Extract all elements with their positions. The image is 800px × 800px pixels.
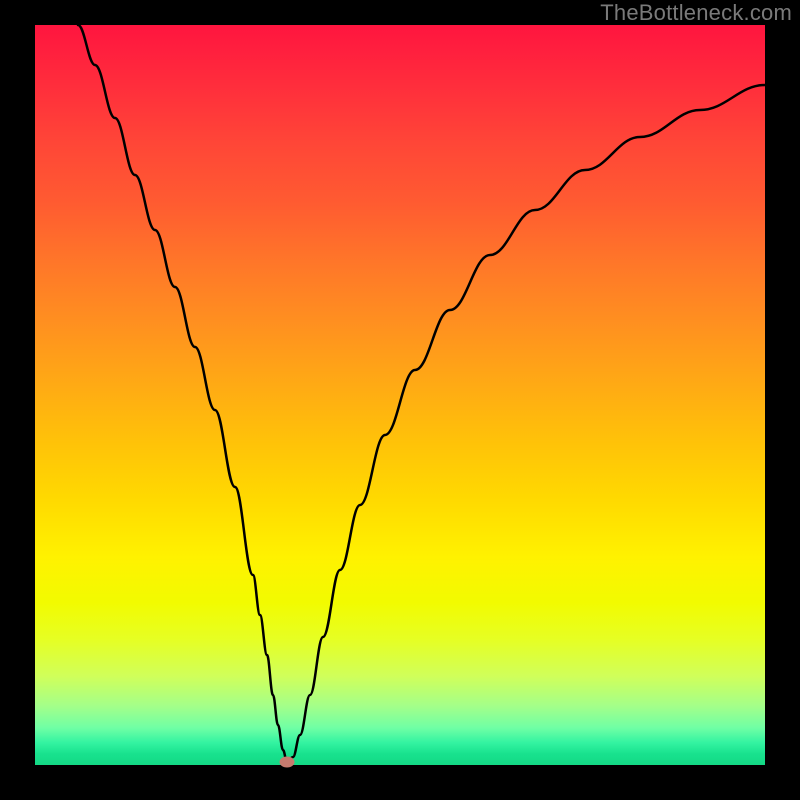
plot-gradient-background bbox=[35, 25, 765, 765]
chart-frame: TheBottleneck.com bbox=[0, 0, 800, 800]
minimum-marker-icon bbox=[280, 757, 295, 768]
watermark-text: TheBottleneck.com bbox=[600, 0, 792, 26]
